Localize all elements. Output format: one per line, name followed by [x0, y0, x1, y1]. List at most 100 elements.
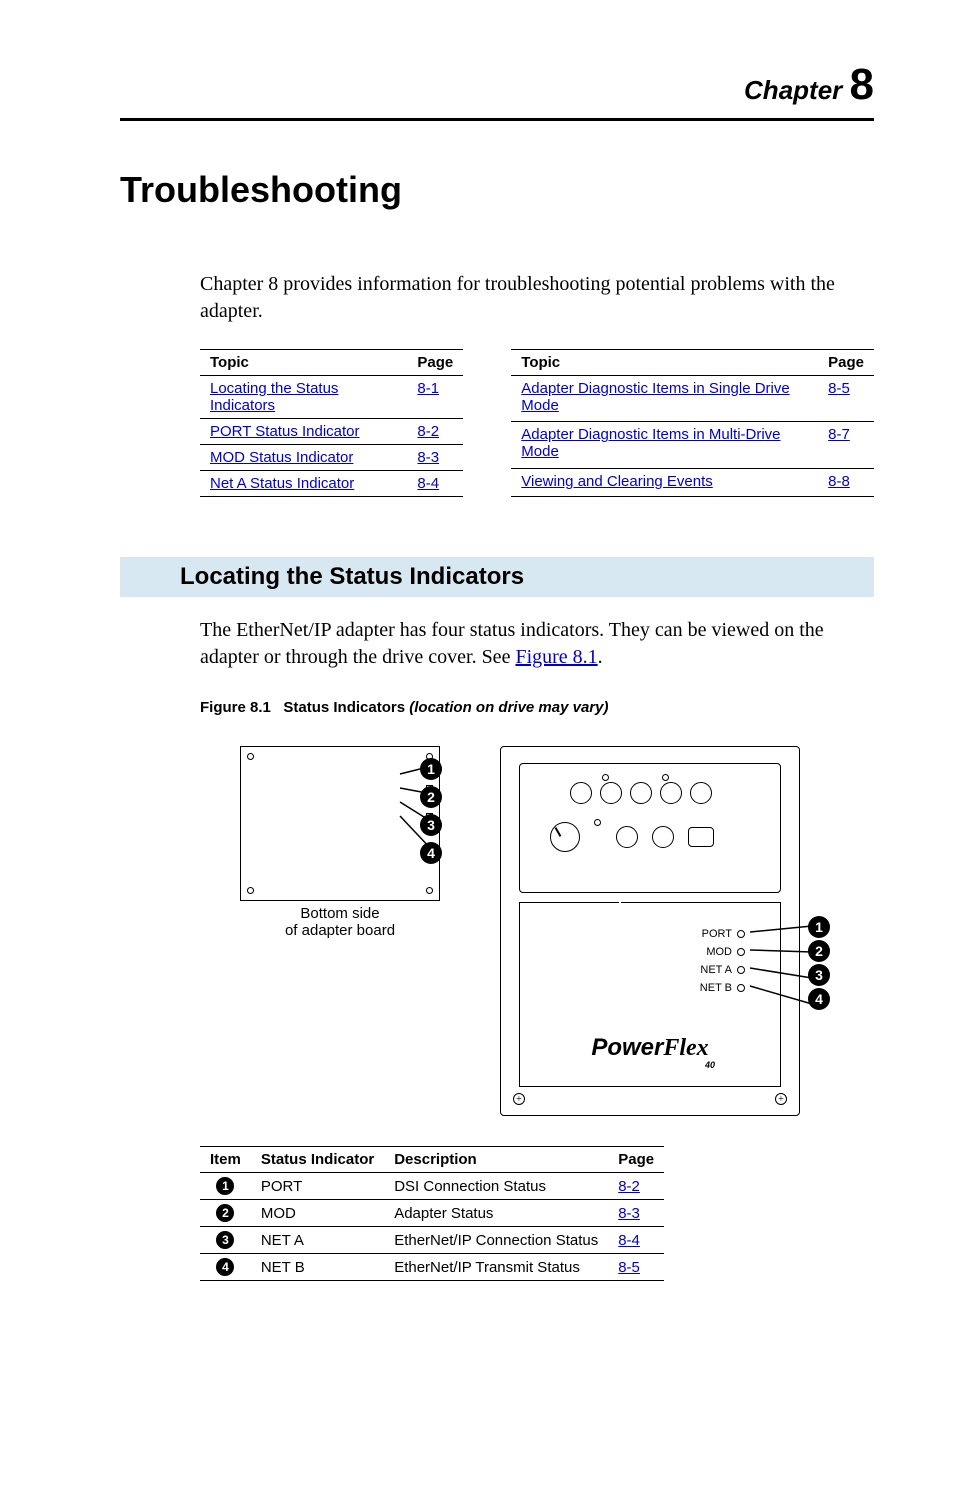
section-heading: Locating the Status Indicators	[120, 557, 874, 597]
toc-link[interactable]: Locating the Status Indicators	[210, 380, 338, 414]
section-text: The EtherNet/IP adapter has four status …	[200, 617, 874, 671]
button-icon	[660, 782, 682, 804]
screw-icon: +	[513, 1093, 525, 1105]
page-title: Troubleshooting	[120, 169, 874, 211]
toc-row: PORT Status Indicator 8-2	[200, 419, 463, 445]
brand-power: Power	[591, 1034, 663, 1061]
item-header-page: Page	[608, 1147, 664, 1173]
toc-header-page: Page	[818, 350, 874, 376]
item-row: 2 MOD Adapter Status 8-3	[200, 1200, 664, 1227]
indicator-icon	[594, 819, 601, 826]
toc-link[interactable]: Net A Status Indicator	[210, 475, 354, 492]
item-number-icon: 1	[216, 1177, 234, 1195]
item-indicator: PORT	[251, 1173, 384, 1200]
item-indicator: NET A	[251, 1227, 384, 1254]
screw-icon: +	[775, 1093, 787, 1105]
item-header-description: Description	[384, 1147, 608, 1173]
panel-edge	[519, 1086, 781, 1087]
item-row: 3 NET A EtherNet/IP Connection Status 8-…	[200, 1227, 664, 1254]
section-text-a: The EtherNet/IP adapter has four status …	[200, 619, 824, 668]
led-icon	[737, 966, 745, 974]
item-page-link[interactable]: 8-2	[618, 1178, 640, 1195]
button-icon	[652, 826, 674, 848]
toc-row: Adapter Diagnostic Items in Multi-Drive …	[511, 422, 874, 468]
callout-1-icon: 1	[808, 916, 830, 938]
toc-right: Topic Page Adapter Diagnostic Items in S…	[511, 349, 874, 497]
callout-3-icon: 3	[808, 964, 830, 986]
toc-link[interactable]: Adapter Diagnostic Items in Single Drive…	[521, 380, 789, 414]
drive-panel	[519, 763, 781, 893]
toc-page-link[interactable]: 8-4	[417, 475, 439, 492]
toc-page-link[interactable]: 8-3	[417, 449, 439, 466]
callout-4-icon: 4	[420, 842, 442, 864]
chapter-divider	[120, 118, 874, 121]
brand-model: 40	[501, 1060, 799, 1070]
toc-page-link[interactable]: 8-2	[417, 423, 439, 440]
button-icon	[570, 782, 592, 804]
chapter-label: Chapter 8	[120, 60, 874, 110]
toc-row: Adapter Diagnostic Items in Single Drive…	[511, 376, 874, 422]
led-icon	[737, 984, 745, 992]
toc-header-topic: Topic	[200, 350, 407, 376]
fig-caption-title: Status Indicators	[283, 699, 405, 716]
item-header-indicator: Status Indicator	[251, 1147, 384, 1173]
callout-2-icon: 2	[420, 786, 442, 808]
callout-4-icon: 4	[808, 988, 830, 1010]
item-description: EtherNet/IP Transmit Status	[384, 1254, 608, 1281]
button-icon	[690, 782, 712, 804]
chapter-number: 8	[850, 60, 874, 109]
toc-page-link[interactable]: 8-1	[417, 380, 439, 397]
item-description: EtherNet/IP Connection Status	[384, 1227, 608, 1254]
toc-header-topic: Topic	[511, 350, 818, 376]
item-indicator: NET B	[251, 1254, 384, 1281]
toc-page-link[interactable]: 8-7	[828, 426, 850, 443]
item-page-link[interactable]: 8-4	[618, 1232, 640, 1249]
button-icon	[616, 826, 638, 848]
board-label-2: of adapter board	[285, 922, 395, 939]
callout-numbers: 1 2 3 4	[420, 758, 442, 870]
brand-label: PowerFlex 40	[501, 1034, 799, 1070]
drive-diagram: PORT MOD NET A NET B PowerFlex 40 + +	[500, 746, 800, 1116]
chapter-word: Chapter	[744, 75, 842, 105]
mounting-hole-icon	[426, 887, 433, 894]
button-icon	[600, 782, 622, 804]
led-neta-label: NET A	[700, 961, 732, 979]
mounting-hole-icon	[247, 753, 254, 760]
item-page-link[interactable]: 8-5	[618, 1259, 640, 1276]
drive-callouts: 1 2 3 4	[808, 916, 830, 1012]
item-row: 1 PORT DSI Connection Status 8-2	[200, 1173, 664, 1200]
callout-2-icon: 2	[808, 940, 830, 962]
item-page-link[interactable]: 8-3	[618, 1205, 640, 1222]
figure-ref-link[interactable]: Figure 8.1	[515, 646, 597, 668]
toc-left: Topic Page Locating the Status Indicator…	[200, 349, 463, 497]
intro-text: Chapter 8 provides information for troub…	[200, 271, 874, 325]
fig-caption-prefix: Figure 8.1	[200, 699, 271, 716]
toc-row: Viewing and Clearing Events 8-8	[511, 468, 874, 496]
led-port-label: PORT	[702, 925, 732, 943]
toc-page-link[interactable]: 8-8	[828, 473, 850, 490]
toc-link[interactable]: PORT Status Indicator	[210, 423, 360, 440]
indicator-icon	[602, 774, 609, 781]
item-indicator: MOD	[251, 1200, 384, 1227]
led-icon	[737, 948, 745, 956]
toc-row: MOD Status Indicator 8-3	[200, 445, 463, 471]
item-description: Adapter Status	[384, 1200, 608, 1227]
panel-row-1	[570, 782, 712, 804]
figure-caption: Figure 8.1 Status Indicators (location o…	[200, 699, 874, 716]
led-mod-label: MOD	[706, 943, 732, 961]
item-number-icon: 2	[216, 1204, 234, 1222]
toc-link[interactable]: Viewing and Clearing Events	[521, 473, 713, 490]
toc-link[interactable]: MOD Status Indicator	[210, 449, 353, 466]
callout-1-icon: 1	[420, 758, 442, 780]
dial-icon	[550, 822, 580, 852]
toc-page-link[interactable]: 8-5	[828, 380, 850, 397]
figure: 1 2 3 4 Bottom side of adapter board	[200, 746, 874, 1116]
divider-line	[519, 902, 619, 903]
item-header-item: Item	[200, 1147, 251, 1173]
button-icon	[688, 827, 714, 847]
item-row: 4 NET B EtherNet/IP Transmit Status 8-5	[200, 1254, 664, 1281]
item-number-icon: 3	[216, 1231, 234, 1249]
adapter-board-diagram	[240, 746, 440, 901]
toc-container: Topic Page Locating the Status Indicator…	[200, 349, 874, 497]
toc-link[interactable]: Adapter Diagnostic Items in Multi-Drive …	[521, 426, 780, 460]
